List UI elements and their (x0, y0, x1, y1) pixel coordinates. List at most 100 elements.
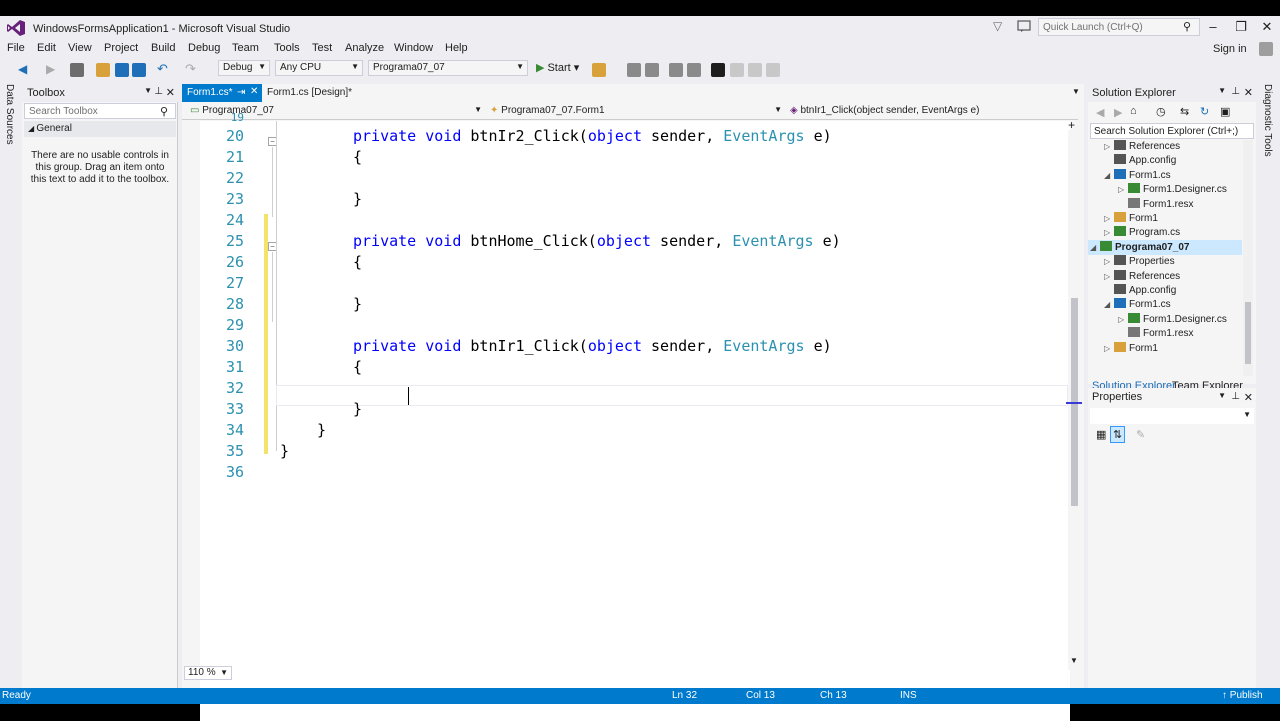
menu-project[interactable]: Project (104, 42, 138, 54)
solution-explorer-search-input[interactable]: Search Solution Explorer (Ctrl+;) (1090, 123, 1254, 139)
save-all-icon[interactable] (132, 63, 146, 77)
expand-toggle-icon[interactable]: ◢ (1104, 300, 1114, 309)
tree-item[interactable]: Form1.resx (1118, 197, 1194, 210)
panel-options-icon[interactable]: ▼ (1218, 391, 1226, 400)
tree-item[interactable]: ◢ Form1.cs (1104, 298, 1171, 310)
quick-launch-input[interactable]: Quick Launch (Ctrl+Q) (1038, 18, 1200, 36)
tab-form1-cs[interactable]: Form1.cs* ⇥ ✕ (182, 84, 262, 102)
sync-icon[interactable]: ⇆ (1180, 105, 1189, 118)
tab-overflow-icon[interactable]: ▼ (1072, 87, 1080, 96)
code-line[interactable]: } (353, 190, 362, 208)
code-line[interactable]: { (353, 148, 362, 166)
nav-type-select[interactable]: ✦ Programa07_07.Form1 ▼ (486, 103, 782, 119)
code-editor[interactable]: 19 − − 20 private void btnIr2_Click(obje… (200, 111, 1070, 721)
categorized-icon[interactable]: ▦ (1096, 428, 1106, 441)
nav-member-select[interactable]: ◈ btnIr1_Click(object sender, EventArgs … (786, 103, 1076, 119)
tree-item[interactable]: App.config (1104, 154, 1176, 166)
expand-toggle-icon[interactable]: ▷ (1104, 272, 1114, 281)
close-icon[interactable]: ✕ (1244, 86, 1253, 99)
undo-icon[interactable]: ↶ (157, 62, 171, 77)
expand-toggle-icon[interactable]: ▷ (1104, 257, 1114, 266)
quick-launch-search-icon[interactable]: ⚲ (1183, 20, 1191, 33)
expand-toggle-icon[interactable]: ◢ (1090, 243, 1100, 252)
collapse-all-icon[interactable]: ▣ (1220, 105, 1230, 118)
indent-icon[interactable] (669, 63, 683, 77)
back-icon[interactable]: ◀ (1096, 106, 1104, 119)
solution-platform-select[interactable]: Any CPU ▼ (275, 60, 363, 76)
menu-test[interactable]: Test (312, 42, 332, 54)
redo-icon[interactable]: ↷ (185, 62, 199, 77)
bookmark-icon[interactable] (711, 63, 725, 77)
toolbox-search-input[interactable]: Search Toolbox (24, 103, 176, 119)
back-icon[interactable]: ◀ (18, 63, 32, 77)
panel-options-icon[interactable]: ▼ (1218, 86, 1226, 95)
expand-toggle-icon[interactable]: ◢ (1104, 171, 1114, 180)
pin-icon[interactable]: ⊥ (1231, 391, 1240, 402)
properties-object-select[interactable]: ▼ (1090, 408, 1254, 424)
pending-changes-icon[interactable]: ◷ (1156, 105, 1166, 118)
menu-help[interactable]: Help (445, 42, 468, 54)
pin-tab-icon[interactable]: ⇥ (237, 87, 245, 98)
next-bookmark-icon[interactable] (748, 63, 762, 77)
code-line[interactable]: { (353, 253, 362, 271)
tree-item[interactable]: ▷ Form1 (1104, 212, 1158, 224)
tree-item[interactable]: ▷ References (1104, 140, 1180, 152)
start-debugging-button[interactable]: ▶ Start ▾ (536, 61, 579, 74)
prev-bookmark-icon[interactable] (730, 63, 744, 77)
property-pages-icon[interactable]: ✎ (1136, 428, 1145, 441)
save-icon[interactable] (115, 63, 129, 77)
tree-item[interactable]: App.config (1104, 284, 1176, 296)
expand-toggle-icon[interactable]: ▷ (1118, 315, 1128, 324)
clear-bookmarks-icon[interactable] (766, 63, 780, 77)
scrollbar-thumb[interactable] (1245, 302, 1251, 364)
expand-toggle-icon[interactable]: ▷ (1118, 185, 1128, 194)
minimize-button[interactable]: – (1200, 16, 1226, 38)
tree-item[interactable]: ▷ Form1 (1104, 341, 1158, 354)
code-line[interactable]: } (353, 400, 362, 418)
tree-item[interactable]: ▷ Program.cs (1104, 226, 1180, 238)
new-project-icon[interactable] (70, 63, 84, 77)
alphabetical-icon[interactable]: ⇅ (1110, 426, 1126, 443)
step-icon[interactable] (627, 63, 641, 77)
menu-debug[interactable]: Debug (188, 42, 220, 54)
close-tab-icon[interactable]: ✕ (250, 86, 258, 97)
outdent-icon[interactable] (687, 63, 701, 77)
code-line[interactable]: } (280, 442, 289, 460)
open-file-icon[interactable] (96, 63, 110, 77)
expand-toggle-icon[interactable]: ▷ (1104, 214, 1114, 223)
menu-team[interactable]: Team (232, 42, 259, 54)
tab-form1-design[interactable]: Form1.cs [Design]* (262, 84, 372, 102)
refresh-icon[interactable]: ↻ (1200, 105, 1209, 118)
user-account-icon[interactable] (1259, 42, 1273, 56)
notification-icon[interactable] (1017, 19, 1031, 33)
toolbox-empty-message[interactable]: There are no usable controls in this gro… (30, 150, 170, 186)
forward-icon[interactable]: ▶ (1114, 106, 1122, 119)
sign-in-link[interactable]: Sign in (1213, 43, 1247, 55)
toolbox-group-general[interactable]: ◢ General (24, 121, 176, 137)
tree-item[interactable]: ◢ Programa07_07 (1090, 240, 1190, 253)
startup-project-select[interactable]: Programa07_07 ▼ (368, 60, 528, 76)
close-icon[interactable]: ✕ (166, 86, 175, 99)
code-line[interactable]: private void btnHome_Click(object sender… (353, 232, 841, 250)
expand-toggle-icon[interactable]: ▷ (1104, 142, 1114, 151)
publish-button[interactable]: ↑ Publish (1222, 690, 1263, 701)
code-line[interactable]: } (317, 421, 326, 439)
tree-item[interactable]: ◢ Form1.cs (1104, 168, 1171, 181)
close-icon[interactable]: ✕ (1244, 391, 1253, 404)
code-line[interactable]: { (353, 358, 362, 376)
find-in-files-icon[interactable] (592, 63, 606, 77)
expand-toggle-icon[interactable]: ▷ (1104, 344, 1114, 353)
pin-icon[interactable]: ⊥ (1231, 86, 1240, 97)
scroll-down-icon[interactable]: ▼ (1070, 656, 1078, 665)
feedback-filter-icon[interactable]: ▽ (993, 19, 1007, 33)
tree-item[interactable]: ▷ Form1.Designer.cs (1118, 312, 1227, 325)
code-line[interactable]: private void btnIr2_Click(object sender,… (353, 127, 832, 145)
menu-edit[interactable]: Edit (37, 42, 56, 54)
pin-icon[interactable]: ⊥ (154, 86, 163, 97)
close-window-button[interactable]: ✕ (1254, 16, 1280, 38)
menu-window[interactable]: Window (394, 42, 433, 54)
data-sources-tab[interactable]: Data Sources (4, 84, 15, 145)
forward-icon[interactable]: ▶ (46, 63, 60, 77)
maximize-button[interactable]: ❐ (1228, 16, 1254, 38)
step-over-icon[interactable] (645, 63, 659, 77)
